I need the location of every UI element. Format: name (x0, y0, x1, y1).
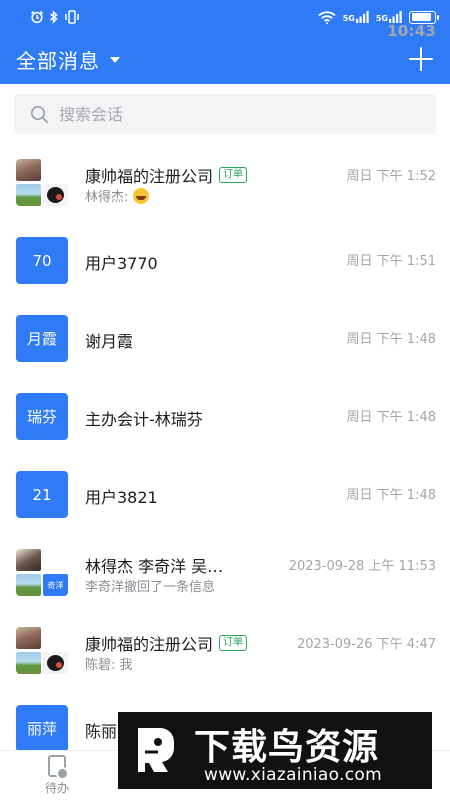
member-photo (43, 652, 68, 674)
group-avatar (16, 627, 68, 674)
member-photo (16, 184, 41, 206)
wifi-icon (318, 10, 336, 24)
status-left-icons (30, 10, 80, 24)
search-input[interactable] (59, 104, 399, 124)
bluetooth-icon (50, 10, 58, 24)
conversation-time: 周日 下午 1:48 (346, 488, 436, 503)
conversation-title: 康帅福的注册公司 (85, 167, 214, 186)
text-avatar: 瑞芬 (16, 393, 68, 440)
text-avatar: 丽萍 (16, 705, 68, 752)
plus-icon[interactable] (408, 46, 434, 72)
member-tile: 奇洋 (43, 574, 68, 596)
member-photo (16, 574, 41, 596)
watermark: 下载鸟资源 www.xiazainiao.com (118, 712, 432, 789)
network-label-1: 5G (342, 14, 355, 23)
text-avatar: 21 (16, 471, 68, 518)
group-avatar: 奇洋 (16, 549, 68, 596)
message-preview: 陈碧: 我 (85, 658, 133, 673)
conversation-title: 康帅福的注册公司 (85, 635, 214, 654)
conversation-time: 2023-09-28 上午 11:53 (288, 559, 436, 574)
bird-avatar-icon (47, 655, 64, 671)
search-bar[interactable] (14, 94, 436, 134)
grinning-emoji-icon (132, 188, 149, 204)
app-header-area: 10:43 5G 5G 全部消息 (0, 0, 450, 84)
member-photo (43, 159, 68, 181)
tab-todo[interactable]: 待办 (40, 755, 74, 796)
preview-text: 林得杰: (85, 190, 133, 205)
conversation-title: 林得杰 李奇洋 吴… (85, 557, 224, 576)
battery-icon (409, 10, 439, 24)
conversation-title: 用户3821 (85, 488, 158, 507)
network-label-2: 5G (375, 14, 388, 23)
search-icon (30, 105, 49, 123)
caret-down-icon[interactable] (110, 57, 120, 63)
conversation-time: 周日 下午 1:48 (346, 410, 436, 425)
vibrate-icon (65, 10, 79, 24)
message-filter-title[interactable]: 全部消息 (16, 45, 100, 74)
conversation-row[interactable]: 70 用户3770 周日 下午 1:51 (0, 221, 450, 299)
conversation-name: 康帅福的注册公司 订单 (85, 631, 248, 655)
conversation-time: 2023-09-26 下午 4:47 (296, 637, 436, 652)
todo-icon (48, 755, 69, 780)
conversation-row[interactable]: 康帅福的注册公司 订单 林得杰: 周日 下午 1:52 (0, 143, 450, 221)
signal-bars-icon (355, 11, 369, 23)
message-preview: 林得杰: (85, 186, 149, 205)
member-photo (16, 627, 41, 649)
status-right-icons: 5G 5G (318, 10, 439, 24)
text-avatar: 70 (16, 237, 68, 284)
member-photo (16, 159, 41, 181)
conversation-name: 康帅福的注册公司 订单 (85, 163, 248, 187)
member-photo (16, 652, 41, 674)
alarm-icon (30, 10, 44, 24)
message-preview: 李奇洋撤回了一条信息 (85, 580, 216, 595)
conversation-title: 谢月霞 (85, 332, 134, 351)
group-avatar (16, 159, 68, 206)
conversation-list: 康帅福的注册公司 订单 林得杰: 周日 下午 1:52 70 用户3770 周日… (0, 143, 450, 767)
order-tag: 订单 (219, 167, 248, 183)
conversation-title: 用户3770 (85, 254, 158, 273)
conversation-row[interactable]: 月霞 谢月霞 周日 下午 1:48 (0, 299, 450, 377)
tab-todo-label: 待办 (44, 781, 69, 795)
signal-1: 5G (343, 11, 369, 23)
status-bar: 10:43 5G 5G (0, 0, 450, 40)
member-photo (43, 627, 68, 649)
watermark-url: www.xiazainiao.com (204, 765, 382, 785)
watermark-title: 下载鸟资源 (194, 727, 380, 768)
bird-avatar-icon (47, 187, 64, 203)
header-bar: 全部消息 (0, 34, 450, 84)
text-avatar: 月霞 (16, 315, 68, 362)
conversation-row[interactable]: 21 用户3821 周日 下午 1:48 (0, 455, 450, 533)
conversation-time: 周日 下午 1:52 (346, 169, 436, 184)
bird-logo-icon (138, 728, 174, 772)
member-photo (16, 549, 41, 571)
conversation-title: 主办会计-林瑞芬 (85, 410, 203, 429)
conversation-time: 周日 下午 1:48 (346, 332, 436, 347)
conversation-row[interactable]: 奇洋 林得杰 李奇洋 吴… 李奇洋撤回了一条信息 2023-09-28 上午 1… (0, 533, 450, 611)
conversation-time: 周日 下午 1:51 (346, 254, 436, 269)
conversation-title: 陈丽 (85, 722, 118, 741)
conversation-row[interactable]: 瑞芬 主办会计-林瑞芬 周日 下午 1:48 (0, 377, 450, 455)
member-photo (43, 184, 68, 206)
order-tag: 订单 (219, 635, 248, 651)
member-photo (43, 549, 68, 571)
conversation-row[interactable]: 康帅福的注册公司 订单 陈碧: 我 2023-09-26 下午 4:47 (0, 611, 450, 689)
